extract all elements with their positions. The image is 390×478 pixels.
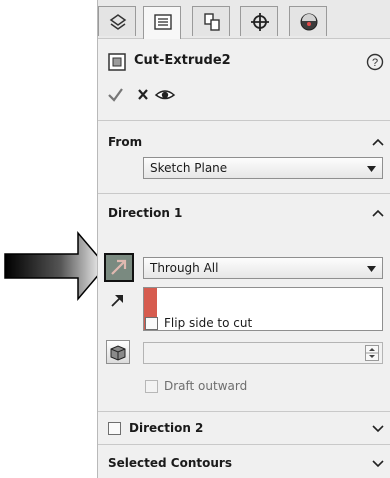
direction1-section-title: Direction 1: [108, 206, 183, 220]
spinner-arrows-icon: [366, 348, 378, 358]
from-select-value: Sketch Plane: [150, 161, 228, 175]
divider: [98, 120, 390, 121]
chevron-down-icon[interactable]: [372, 423, 384, 433]
property-manager-icon: [154, 14, 172, 30]
feature-manager-icon: [109, 14, 127, 30]
display-manager-icon: [300, 13, 318, 31]
draft-toggle-button[interactable]: [106, 340, 130, 364]
flip-side-label: Flip side to cut: [164, 316, 253, 330]
help-icon[interactable]: ?: [366, 53, 384, 71]
chevron-down-icon[interactable]: [372, 458, 384, 468]
chevron-up-icon[interactable]: [372, 137, 384, 147]
dimxpert-icon: [251, 13, 269, 31]
direction2-checkbox[interactable]: [108, 422, 121, 435]
manager-tabs: [98, 0, 390, 39]
end-condition-select[interactable]: Through All: [143, 257, 383, 279]
selected-contours-section-title: Selected Contours: [108, 456, 232, 470]
tab-feature-manager[interactable]: [98, 6, 136, 36]
tab-property-manager[interactable]: [143, 6, 181, 39]
direction2-section-title: Direction 2: [129, 421, 204, 435]
dropdown-arrow-icon: [367, 266, 376, 272]
preview-eye-icon[interactable]: [154, 90, 176, 100]
from-section-title: From: [108, 135, 143, 149]
ok-icon[interactable]: [108, 88, 123, 102]
action-buttons: [108, 86, 188, 107]
draft-outward-checkbox[interactable]: [145, 380, 158, 393]
from-select[interactable]: Sketch Plane: [143, 157, 383, 179]
chevron-up-icon[interactable]: [372, 208, 384, 218]
reverse-direction-button[interactable]: [104, 253, 134, 282]
draft-angle-field[interactable]: [143, 342, 383, 364]
divider: [98, 193, 390, 194]
divider: [98, 411, 390, 412]
property-manager-panel: Cut-Extrude2 ? From Sketch Plane Directi…: [97, 0, 390, 478]
configuration-manager-icon: [204, 13, 220, 31]
flip-side-checkbox[interactable]: [145, 317, 158, 330]
feature-title: Cut-Extrude2: [134, 53, 231, 68]
reverse-direction-icon: [106, 255, 132, 280]
draft-angle-spinner[interactable]: [365, 345, 379, 361]
cancel-icon[interactable]: [138, 89, 148, 100]
direction-vector-icon: [111, 295, 123, 307]
callout-arrow: [4, 230, 107, 302]
cut-extrude-icon: [108, 53, 126, 71]
svg-text:?: ?: [372, 57, 378, 69]
end-condition-value: Through All: [150, 261, 219, 275]
dropdown-arrow-icon: [367, 166, 376, 172]
tab-dimxpert-manager[interactable]: [240, 6, 278, 36]
draft-outward-label: Draft outward: [164, 379, 248, 393]
tab-display-manager[interactable]: [289, 6, 327, 36]
divider: [98, 444, 390, 445]
draft-icon: [110, 345, 126, 361]
tab-configuration-manager[interactable]: [192, 6, 230, 36]
